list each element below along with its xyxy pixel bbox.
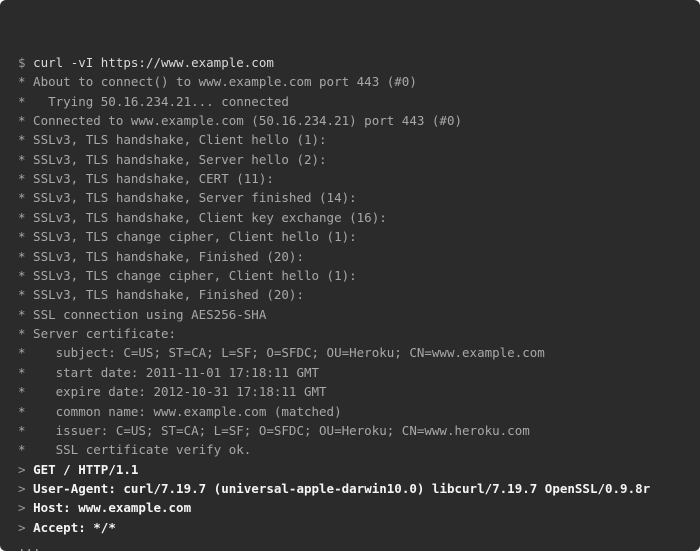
request-text: GET / HTTP/1.1	[33, 462, 138, 477]
verbose-info-line: * Trying 50.16.234.21... connected	[18, 92, 682, 111]
request-prefix: >	[18, 520, 33, 535]
verbose-info-line: * SSL certificate verify ok.	[18, 440, 682, 459]
http-request-line: > Host: www.example.com	[18, 498, 682, 517]
request-text: User-Agent: curl/7.19.7 (universal-apple…	[33, 481, 650, 496]
verbose-info-line: * start date: 2011-11-01 17:18:11 GMT	[18, 363, 682, 382]
verbose-info-line: * SSLv3, TLS handshake, Finished (20):	[18, 285, 682, 304]
verbose-info-line: * Server certificate:	[18, 324, 682, 343]
verbose-info-line: * SSLv3, TLS handshake, Client key excha…	[18, 208, 682, 227]
verbose-info-line: * SSLv3, TLS change cipher, Client hello…	[18, 227, 682, 246]
request-prefix: >	[18, 500, 33, 515]
request-prefix: >	[18, 481, 33, 496]
verbose-info-line: * SSLv3, TLS change cipher, Client hello…	[18, 266, 682, 285]
verbose-info-line: * common name: www.example.com (matched)	[18, 402, 682, 421]
command-line: $ curl -vI https://www.example.com	[18, 53, 682, 72]
verbose-info-line: * About to connect() to www.example.com …	[18, 72, 682, 91]
verbose-info-block: * About to connect() to www.example.com …	[18, 72, 682, 460]
verbose-info-line: * SSLv3, TLS handshake, Client hello (1)…	[18, 130, 682, 149]
verbose-info-line: * subject: C=US; ST=CA; L=SF; O=SFDC; OU…	[18, 343, 682, 362]
verbose-info-line: * SSLv3, TLS handshake, Finished (20):	[18, 247, 682, 266]
verbose-info-line: * SSLv3, TLS handshake, Server finished …	[18, 188, 682, 207]
http-request-line: > Accept: */*	[18, 518, 682, 537]
verbose-info-line: * Connected to www.example.com (50.16.23…	[18, 111, 682, 130]
verbose-info-line: * SSL connection using AES256-SHA	[18, 305, 682, 324]
request-prefix: >	[18, 462, 33, 477]
http-request-line: > GET / HTTP/1.1	[18, 460, 682, 479]
verbose-info-line: * SSLv3, TLS handshake, CERT (11):	[18, 169, 682, 188]
terminal-window: $ curl -vI https://www.example.com* Abou…	[0, 0, 700, 551]
request-text: Accept: */*	[33, 520, 116, 535]
verbose-info-line: * SSLv3, TLS handshake, Server hello (2)…	[18, 150, 682, 169]
request-text: Host: www.example.com	[33, 500, 191, 515]
http-request-line: > User-Agent: curl/7.19.7 (universal-app…	[18, 479, 682, 498]
verbose-info-line: * expire date: 2012-10-31 17:18:11 GMT	[18, 382, 682, 401]
verbose-info-line: * issuer: C=US; ST=CA; L=SF; O=SFDC; OU=…	[18, 421, 682, 440]
shell-prompt: $	[18, 55, 33, 70]
http-request-block: > GET / HTTP/1.1> User-Agent: curl/7.19.…	[18, 460, 682, 538]
command-text: curl -vI https://www.example.com	[33, 55, 274, 70]
trailing-ellipsis: ...	[18, 537, 682, 551]
